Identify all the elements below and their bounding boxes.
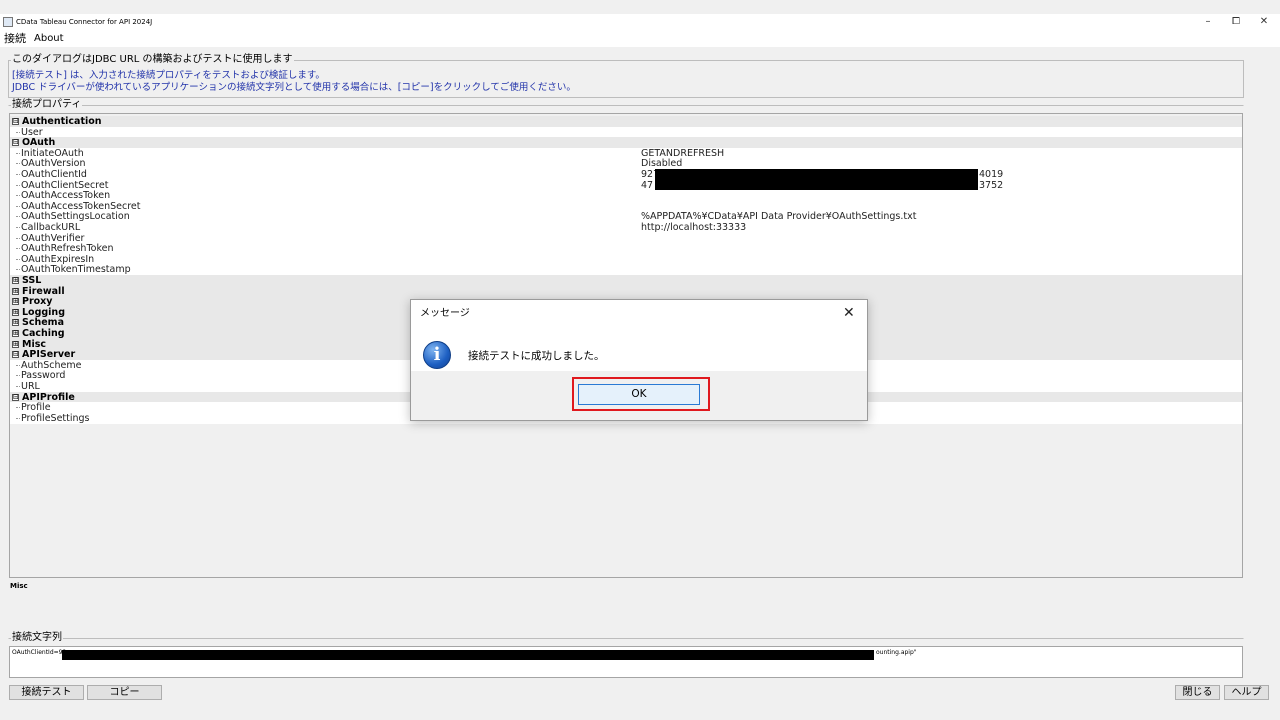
category-row[interactable]: ⊟ OAuth — [10, 137, 1242, 149]
category-label: Schema — [22, 317, 64, 329]
property-value: %APPDATA%¥CData¥API Data Provider¥OAuthS… — [641, 211, 917, 223]
property-label: AuthScheme — [15, 359, 82, 371]
connection-string-prefix: OAuthClientId=92 — [12, 649, 67, 656]
redaction-bar — [655, 179, 978, 191]
property-label: InitiateOAuth — [16, 147, 84, 159]
maximize-button[interactable]: ⧠ — [1226, 14, 1246, 30]
minimize-button[interactable]: – — [1198, 14, 1218, 30]
connection-string-field[interactable]: OAuthClientId=92 ounting.apip" — [9, 646, 1243, 678]
selected-category-label: Misc — [10, 582, 28, 590]
property-label: OAuthTokenTimestamp — [16, 264, 131, 276]
property-label: OAuthExpiresIn — [15, 253, 95, 265]
test-connection-button[interactable]: 接続テスト — [9, 685, 84, 700]
property-label: OAuthClientSecret — [15, 179, 109, 191]
ok-button[interactable]: OK — [578, 384, 700, 405]
property-label: Profile — [16, 402, 51, 414]
property-value-tail: 3752 — [979, 179, 1004, 191]
property-label: Password — [15, 370, 66, 382]
property-row[interactable]: User — [10, 126, 1242, 138]
property-row[interactable]: OAuthRefreshToken — [10, 243, 1242, 255]
property-label: User — [16, 126, 43, 138]
category-row[interactable]: ⊞ SSL — [10, 275, 1242, 286]
property-row[interactable]: OAuthClientId 927 4019 — [10, 169, 1242, 180]
property-value: Disabled — [641, 158, 683, 170]
property-label: CallbackURL — [15, 222, 81, 233]
properties-title: 接続プロパティ — [11, 99, 83, 111]
collapse-icon[interactable]: ⊟ — [12, 139, 19, 147]
dialog-title: メッセージ — [420, 308, 470, 319]
property-label: OAuthClientId — [16, 169, 87, 180]
expand-icon[interactable]: ⊞ — [12, 340, 19, 348]
app-icon — [3, 17, 13, 27]
category-label: Misc — [22, 338, 46, 350]
dialog-close-button[interactable]: ✕ — [843, 305, 855, 321]
collapse-icon[interactable]: ⊟ — [12, 393, 19, 401]
close-window-button[interactable]: ✕ — [1254, 14, 1274, 30]
category-label: APIServer — [22, 349, 76, 361]
window-title: CData Tableau Connector for API 2024J — [16, 18, 153, 26]
message-dialog: メッセージ ✕ i 接続テストに成功しました。 OK — [410, 299, 868, 421]
category-row[interactable]: ⊟ Authentication — [10, 116, 1242, 127]
property-label: URL — [16, 381, 40, 392]
property-value: http://localhost:33333 — [641, 222, 747, 233]
property-value: 47 — [641, 179, 654, 191]
property-row[interactable]: OAuthAccessTokenSecret — [10, 200, 1242, 212]
property-row[interactable]: InitiateOAuth GETANDREFRESH — [10, 147, 1242, 159]
property-row[interactable]: OAuthExpiresIn — [10, 253, 1242, 265]
description-line-1: [接続テスト] は、入力された接続プロパティをテストおよび検証します。 — [12, 70, 325, 81]
expand-icon[interactable]: ⊞ — [12, 319, 19, 327]
category-label: Logging — [22, 306, 66, 318]
expand-icon[interactable]: ⊞ — [12, 287, 19, 295]
description-line-2: JDBC ドライバーが使われているアプリケーションの接続文字列として使用する場合… — [12, 82, 576, 93]
title-bar: CData Tableau Connector for API 2024J – … — [0, 14, 1280, 30]
collapse-icon[interactable]: ⊟ — [12, 351, 19, 359]
property-label: OAuthAccessTokenSecret — [16, 200, 141, 212]
copy-button[interactable]: コピー — [87, 685, 162, 700]
expand-icon[interactable]: ⊞ — [12, 330, 19, 337]
property-row[interactable]: CallbackURL http://localhost:33333 — [10, 222, 1242, 233]
property-row[interactable]: OAuthClientSecret 47 3752 — [10, 179, 1242, 191]
category-row[interactable]: ⊞ Firewall — [10, 285, 1242, 297]
property-label: OAuthSettingsLocation — [16, 211, 130, 223]
property-label: ProfileSettings — [16, 412, 90, 424]
property-row[interactable]: OAuthTokenTimestamp — [10, 264, 1242, 276]
connection-string-title: 接続文字列 — [11, 632, 63, 644]
collapse-icon[interactable]: ⊟ — [12, 118, 19, 125]
category-label: Firewall — [22, 285, 65, 297]
close-button[interactable]: 閉じる — [1175, 685, 1220, 700]
expand-icon[interactable]: ⊞ — [12, 298, 19, 306]
property-label: OAuthRefreshToken — [15, 243, 114, 255]
connection-string-suffix: ounting.apip" — [876, 649, 917, 656]
property-row[interactable]: OAuthVerifier — [10, 232, 1242, 244]
property-value-tail: 4019 — [979, 169, 1004, 180]
description-title: このダイアログはJDBC URL の構築およびテストに使用します — [11, 54, 294, 66]
property-value: GETANDREFRESH — [641, 147, 725, 159]
property-label: OAuthAccessToken — [15, 190, 111, 202]
category-label: OAuth — [22, 137, 56, 149]
property-label: OAuthVersion — [16, 158, 86, 170]
category-label: APIProfile — [22, 391, 75, 403]
menu-bar: 接続 About — [0, 30, 1280, 47]
description-group: このダイアログはJDBC URL の構築およびテストに使用します [接続テスト]… — [8, 54, 1244, 98]
property-row[interactable]: OAuthAccessToken — [10, 190, 1242, 202]
help-button[interactable]: ヘルプ — [1224, 685, 1269, 700]
connection-string-redaction — [62, 650, 874, 660]
info-icon: i — [423, 341, 451, 369]
property-row[interactable]: OAuthVersion Disabled — [10, 158, 1242, 170]
dialog-message: 接続テストに成功しました。 — [468, 350, 605, 362]
category-label: Proxy — [22, 296, 53, 308]
category-label: Authentication — [22, 116, 102, 127]
expand-icon[interactable]: ⊞ — [12, 277, 19, 284]
category-label: Caching — [22, 328, 65, 339]
property-row[interactable]: OAuthSettingsLocation %APPDATA%¥CData¥API… — [10, 211, 1242, 223]
property-label: OAuthVerifier — [15, 232, 85, 244]
expand-icon[interactable]: ⊞ — [12, 308, 19, 316]
menu-connect[interactable]: 接続 — [4, 32, 26, 45]
redaction-bar — [655, 169, 978, 180]
menu-about[interactable]: About — [34, 32, 64, 45]
category-label: SSL — [22, 275, 42, 286]
